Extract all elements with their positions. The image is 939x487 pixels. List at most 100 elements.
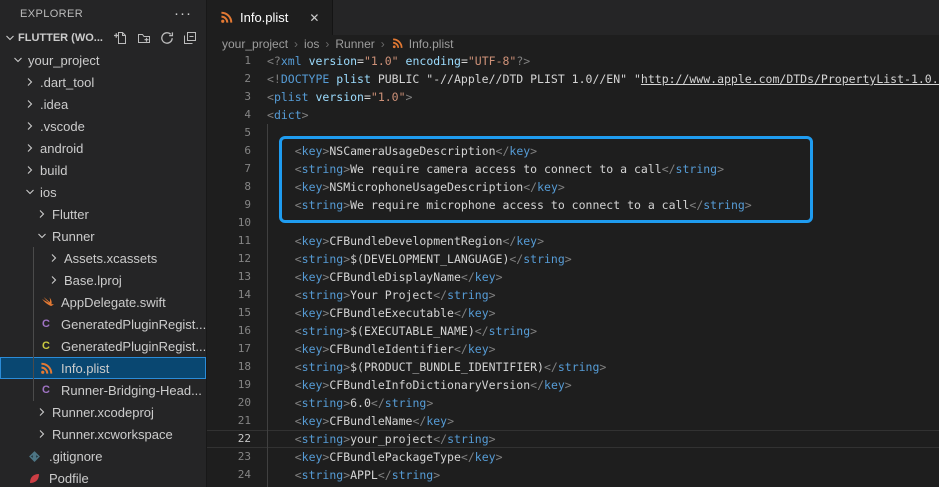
tree-item-idea[interactable]: .idea bbox=[0, 93, 206, 115]
line-number[interactable]: 16 bbox=[207, 322, 251, 340]
tree-item-android[interactable]: android bbox=[0, 137, 206, 159]
editor-group: Info.plist ✕ your_project›ios›Runner›Inf… bbox=[207, 0, 939, 487]
chevron-right-icon[interactable] bbox=[22, 118, 38, 134]
code-line-content[interactable] bbox=[251, 214, 939, 232]
chevron-right-icon[interactable] bbox=[22, 96, 38, 112]
code-line-content[interactable]: <key>CFBundleName</key> bbox=[251, 412, 939, 430]
code-line-content[interactable]: <key>NSMicrophoneUsageDescription</key> bbox=[251, 178, 939, 196]
line-number[interactable]: 19 bbox=[207, 376, 251, 394]
code-line-content[interactable]: <key>CFBundlePackageType</key> bbox=[251, 448, 939, 466]
tree-item-runner-xcodeproj[interactable]: Runner.xcodeproj bbox=[0, 401, 206, 423]
tree-item-build[interactable]: build bbox=[0, 159, 206, 181]
breadcrumb-separator: › bbox=[325, 37, 329, 51]
code-line-content[interactable] bbox=[251, 124, 939, 142]
code-line-content[interactable]: <string>We require microphone access to … bbox=[251, 196, 939, 214]
breadcrumb-item-your-project[interactable]: your_project bbox=[222, 37, 288, 51]
close-icon[interactable]: ✕ bbox=[304, 8, 324, 28]
code-line-content[interactable]: <key>CFBundleDisplayName</key> bbox=[251, 268, 939, 286]
chevron-right-icon[interactable] bbox=[46, 250, 62, 266]
line-number[interactable]: 20 bbox=[207, 394, 251, 412]
breadcrumb-item-ios[interactable]: ios bbox=[304, 37, 319, 51]
code-editor[interactable]: 1<?xml version="1.0" encoding="UTF-8"?>2… bbox=[207, 52, 939, 487]
chevron-right-icon[interactable] bbox=[22, 162, 38, 178]
tree-item-runner-xcworkspace[interactable]: Runner.xcworkspace bbox=[0, 423, 206, 445]
chevron-right-icon[interactable] bbox=[34, 404, 50, 420]
code-line: 7 <string>We require camera access to co… bbox=[207, 160, 939, 178]
chevron-right-icon[interactable] bbox=[22, 140, 38, 156]
code-line-content[interactable]: <key>NSCameraUsageDescription</key> bbox=[251, 142, 939, 160]
tree-item-base-lproj[interactable]: Base.lproj bbox=[0, 269, 206, 291]
workspace-section-header[interactable]: FLUTTER (WO... bbox=[0, 27, 206, 49]
line-number[interactable]: 14 bbox=[207, 286, 251, 304]
line-number[interactable]: 1 bbox=[207, 52, 251, 70]
tree-item-gitignore[interactable]: .gitignore bbox=[0, 445, 206, 467]
chevron-down-icon[interactable] bbox=[22, 184, 38, 200]
tree-item-your-project[interactable]: your_project bbox=[0, 49, 206, 71]
chevron-down-icon[interactable] bbox=[34, 228, 50, 244]
code-line: 16 <string>$(EXECUTABLE_NAME)</string> bbox=[207, 322, 939, 340]
code-line-content[interactable]: <string>Your Project</string> bbox=[251, 286, 939, 304]
code-line-content[interactable]: <?xml version="1.0" encoding="UTF-8"?> bbox=[251, 52, 939, 70]
breadcrumb-item-info-plist[interactable]: Info.plist bbox=[409, 37, 454, 51]
code-line-content[interactable]: <string>APPL</string> bbox=[251, 466, 939, 484]
line-number[interactable]: 21 bbox=[207, 412, 251, 430]
code-line-content[interactable]: <dict> bbox=[251, 106, 939, 124]
tree-item-dart-tool[interactable]: .dart_tool bbox=[0, 71, 206, 93]
new-file-icon[interactable] bbox=[113, 30, 129, 46]
line-number[interactable]: 6 bbox=[207, 142, 251, 160]
tree-item-generatedpluginregist[interactable]: CGeneratedPluginRegist... bbox=[0, 335, 206, 357]
tree-item-info-plist[interactable]: Info.plist bbox=[0, 357, 206, 379]
tree-item-vscode[interactable]: .vscode bbox=[0, 115, 206, 137]
line-number[interactable]: 4 bbox=[207, 106, 251, 124]
chevron-down-icon[interactable] bbox=[10, 52, 26, 68]
line-number[interactable]: 12 bbox=[207, 250, 251, 268]
tree-item-podfile[interactable]: Podfile bbox=[0, 467, 206, 487]
new-folder-icon[interactable] bbox=[136, 30, 152, 46]
code-line-content[interactable]: <key>CFBundleInfoDictionaryVersion</key> bbox=[251, 376, 939, 394]
code-line-content[interactable]: <string>$(EXECUTABLE_NAME)</string> bbox=[251, 322, 939, 340]
line-number[interactable]: 5 bbox=[207, 124, 251, 142]
code-line-content[interactable]: <!DOCTYPE plist PUBLIC "-//Apple//DTD PL… bbox=[251, 70, 939, 88]
line-number[interactable]: 13 bbox=[207, 268, 251, 286]
tree-item-ios[interactable]: ios bbox=[0, 181, 206, 203]
chevron-right-icon[interactable] bbox=[22, 74, 38, 90]
line-number[interactable]: 8 bbox=[207, 178, 251, 196]
code-line-content[interactable]: <string>$(DEVELOPMENT_LANGUAGE)</string> bbox=[251, 250, 939, 268]
refresh-icon[interactable] bbox=[159, 30, 175, 46]
code-line-content[interactable]: <string>We require camera access to conn… bbox=[251, 160, 939, 178]
collapse-all-icon[interactable] bbox=[182, 30, 198, 46]
line-number[interactable]: 24 bbox=[207, 466, 251, 484]
code-line-content[interactable]: <plist version="1.0"> bbox=[251, 88, 939, 106]
chevron-down-icon[interactable] bbox=[2, 30, 18, 46]
line-number[interactable]: 9 bbox=[207, 196, 251, 214]
tree-item-appdelegate-swift[interactable]: AppDelegate.swift bbox=[0, 291, 206, 313]
line-number[interactable]: 18 bbox=[207, 358, 251, 376]
code-line-content[interactable]: <string>$(PRODUCT_BUNDLE_IDENTIFIER)</st… bbox=[251, 358, 939, 376]
chevron-right-icon[interactable] bbox=[46, 272, 62, 288]
tab-info-plist[interactable]: Info.plist ✕ bbox=[207, 0, 333, 35]
line-number[interactable]: 2 bbox=[207, 70, 251, 88]
line-number[interactable]: 3 bbox=[207, 88, 251, 106]
line-number[interactable]: 15 bbox=[207, 304, 251, 322]
tree-item-runner-bridging-head[interactable]: CRunner-Bridging-Head... bbox=[0, 379, 206, 401]
code-line-content[interactable]: <string>your_project</string> bbox=[251, 430, 939, 448]
code-line: 18 <string>$(PRODUCT_BUNDLE_IDENTIFIER)<… bbox=[207, 358, 939, 376]
tree-item-assets-xcassets[interactable]: Assets.xcassets bbox=[0, 247, 206, 269]
code-line-content[interactable]: <string>6.0</string> bbox=[251, 394, 939, 412]
line-number[interactable]: 17 bbox=[207, 340, 251, 358]
line-number[interactable]: 7 bbox=[207, 160, 251, 178]
code-line-content[interactable]: <key>CFBundleDevelopmentRegion</key> bbox=[251, 232, 939, 250]
line-number[interactable]: 22 bbox=[207, 430, 251, 448]
more-actions-icon[interactable]: ··· bbox=[174, 9, 192, 19]
chevron-right-icon[interactable] bbox=[34, 426, 50, 442]
tree-item-runner[interactable]: Runner bbox=[0, 225, 206, 247]
line-number[interactable]: 23 bbox=[207, 448, 251, 466]
code-line-content[interactable]: <key>CFBundleExecutable</key> bbox=[251, 304, 939, 322]
chevron-right-icon[interactable] bbox=[34, 206, 50, 222]
tree-item-flutter[interactable]: Flutter bbox=[0, 203, 206, 225]
code-line-content[interactable]: <key>CFBundleIdentifier</key> bbox=[251, 340, 939, 358]
line-number[interactable]: 10 bbox=[207, 214, 251, 232]
tree-item-generatedpluginregist[interactable]: CGeneratedPluginRegist... bbox=[0, 313, 206, 335]
breadcrumb-item-runner[interactable]: Runner bbox=[335, 37, 374, 51]
line-number[interactable]: 11 bbox=[207, 232, 251, 250]
